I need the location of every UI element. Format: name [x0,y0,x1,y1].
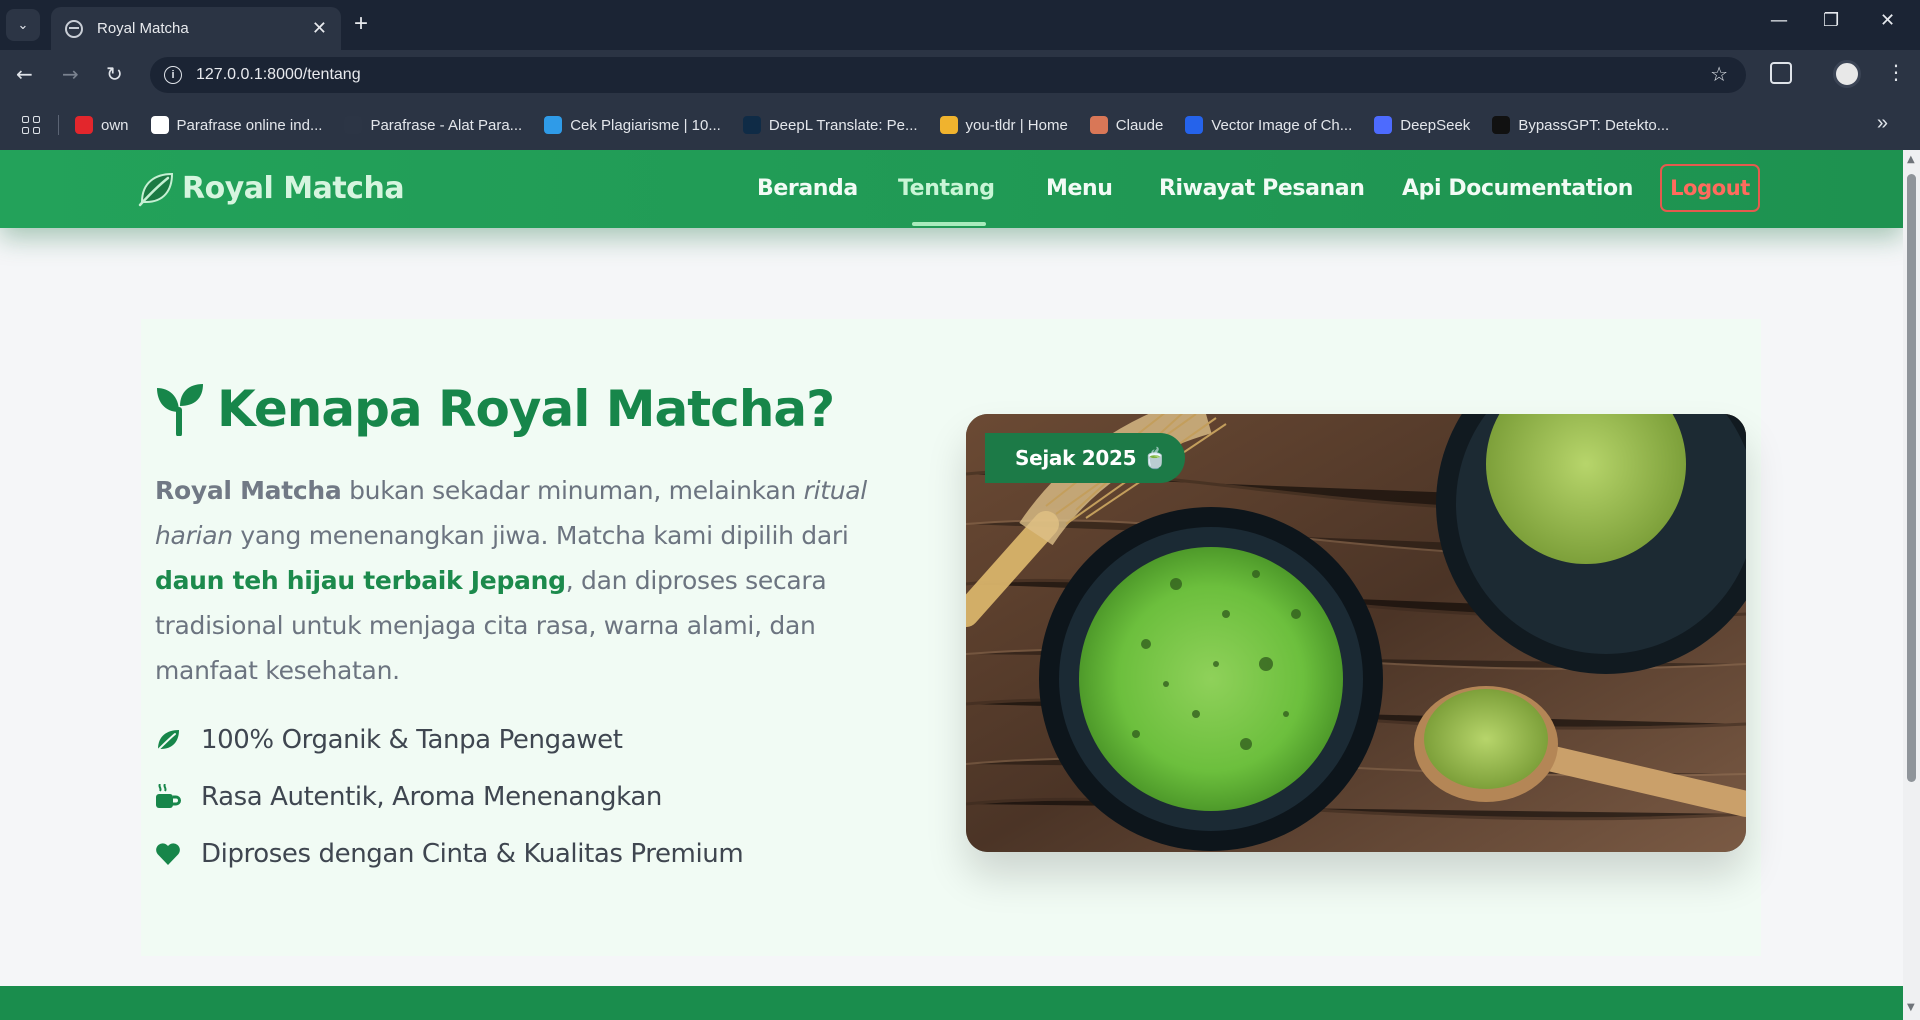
feature-text: 100% Organik & Tanpa Pengawet [201,725,623,755]
footer-strip [0,986,1903,1020]
page-viewport: Royal Matcha Beranda Tentang Menu Riwaya… [0,150,1903,1020]
tab-title: Royal Matcha [97,20,189,37]
site-info-icon[interactable]: i [164,66,182,84]
claude-icon [1089,116,1108,134]
mug-icon [156,784,181,808]
bookmark-separator [58,115,59,135]
bookmark-label: Claude [1115,116,1164,134]
bookmark-item[interactable]: own [75,116,129,134]
page-scrollbar[interactable]: ▲ ▼ [1903,150,1920,1020]
deepl-icon [742,116,761,134]
nav-riwayat-pesanan[interactable]: Riwayat Pesanan [1159,176,1365,201]
about-heading: Kenapa Royal Matcha? [155,380,835,438]
brand-name: Royal Matcha [182,170,405,206]
bookmark-item[interactable]: BypassGPT: Detekto... [1492,116,1669,134]
extensions-icon[interactable] [1770,62,1792,84]
logout-button[interactable]: Logout [1660,164,1760,212]
browser-toolbar: ← → ↻ i 127.0.0.1:8000/tentang ☆ ⋮ [0,50,1920,100]
seedling-icon [157,384,203,436]
since-badge: Sejak 2025 🍵 [985,433,1185,483]
youtube-icon [75,116,93,134]
you-tldr-icon [939,116,958,134]
bookmark-label: Cek Plagiarisme | 10... [570,116,721,134]
bookmark-label: Parafrase - Alat Para... [370,116,523,134]
page-title: Kenapa Royal Matcha? [217,380,835,438]
bookmark-label: DeepL Translate: Pe... [768,116,918,134]
bookmark-item[interactable]: Vector Image of Ch... [1185,116,1352,134]
forward-icon[interactable]: → [62,62,79,86]
bookmark-label: Vector Image of Ch... [1211,116,1353,134]
scroll-up-icon[interactable]: ▲ [1907,154,1915,165]
feature-item-taste: Rasa Autentik, Aroma Menenangkan [155,782,662,812]
feature-text: Rasa Autentik, Aroma Menenangkan [201,782,662,812]
bookmark-label: DeepSeek [1400,116,1471,134]
bookmark-label: own [101,116,129,134]
brand-logo[interactable]: Royal Matcha [136,168,405,208]
bookmark-label: you-tldr | Home [965,116,1068,134]
paragraph-part-1: bukan sekadar minuman, melainkan [341,476,804,505]
quillbot-icon [344,116,363,134]
profile-avatar[interactable] [1833,60,1861,88]
scroll-down-icon[interactable]: ▼ [1907,1002,1915,1013]
bookmarks-bar: own Parafrase online ind... Parafrase - Al… [0,100,1920,150]
c-icon [544,116,563,134]
deepseek-icon [1374,116,1393,134]
bookmark-list: own Parafrase online ind... Parafrase - Al… [75,116,1691,134]
browser-tab[interactable]: Royal Matcha ✕ [51,7,341,50]
browser-tab-bar: ⌄ Royal Matcha ✕ + — ❐ ✕ [0,0,1920,50]
bookmark-item[interactable]: Parafrase - Alat Para... [344,116,522,134]
nav-menu[interactable]: Menu [1046,176,1113,201]
leaf-icon [156,730,179,752]
minimize-icon[interactable]: — [1770,10,1788,31]
reload-icon[interactable]: ↻ [106,62,123,86]
about-paragraph: Royal Matcha bukan sekadar minuman, mela… [155,468,895,693]
paragraph-highlight: daun teh hijau terbaik Jepang [155,566,566,595]
restore-icon[interactable]: ❐ [1823,10,1839,31]
f-icon [1185,116,1204,134]
nav-tentang[interactable]: Tentang [898,176,995,201]
apps-grid-icon[interactable] [22,116,40,134]
bookmark-item[interactable]: DeepSeek [1374,116,1470,134]
brand-mention: Royal Matcha [155,476,342,505]
heart-icon [156,843,180,865]
url-text[interactable]: 127.0.0.1:8000/tentang [196,66,361,84]
bookmark-item[interactable]: Claude [1089,116,1164,134]
bookmark-item[interactable]: Parafrase online ind... [150,116,323,134]
tab-search-button[interactable]: ⌄ [6,9,40,41]
active-nav-indicator [912,222,986,226]
paragraph-part-2: yang menenangkan jiwa. Matcha kami dipil… [232,521,849,550]
address-bar[interactable]: i 127.0.0.1:8000/tentang ☆ [150,57,1746,93]
document-icon [150,116,169,134]
feature-item-quality: Diproses dengan Cinta & Kualitas Premium [155,839,744,869]
back-icon[interactable]: ← [16,62,33,86]
bookmark-item[interactable]: Cek Plagiarisme | 10... [544,116,721,134]
more-bookmarks-icon[interactable]: » [1877,112,1888,135]
bookmark-label: Parafrase online ind... [176,116,323,134]
bookmark-star-icon[interactable]: ☆ [1710,62,1728,86]
feature-item-organic: 100% Organik & Tanpa Pengawet [155,725,623,755]
scroll-thumb[interactable] [1907,174,1916,782]
globe-icon [65,19,83,38]
bookmark-label: BypassGPT: Detekto... [1518,116,1670,134]
bookmark-item[interactable]: DeepL Translate: Pe... [742,116,918,134]
site-navbar: Royal Matcha Beranda Tentang Menu Riwaya… [0,150,1903,228]
browser-menu-icon[interactable]: ⋮ [1886,60,1906,84]
leaf-logo-icon [138,172,174,207]
bookmark-item[interactable]: you-tldr | Home [939,116,1068,134]
nav-beranda[interactable]: Beranda [757,176,858,201]
nav-api-documentation[interactable]: Api Documentation [1402,176,1633,201]
feature-text: Diproses dengan Cinta & Kualitas Premium [201,839,744,869]
close-tab-icon[interactable]: ✕ [312,18,327,39]
close-window-icon[interactable]: ✕ [1880,10,1895,31]
b-icon [1492,116,1511,134]
new-tab-button[interactable]: + [354,10,368,38]
